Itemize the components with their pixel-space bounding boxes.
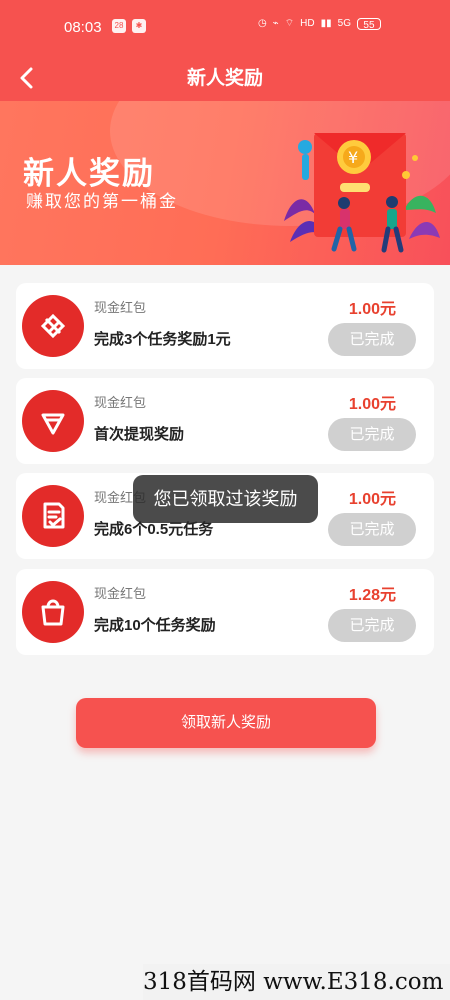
alarm-icon: ◷	[258, 18, 267, 29]
completed-button[interactable]: 已完成	[328, 609, 416, 642]
shopping-bag-icon	[41, 599, 65, 626]
completed-button[interactable]: 已完成	[328, 513, 416, 546]
hd-icon: HD	[300, 18, 315, 29]
page-title: 新人奖励	[186, 68, 263, 89]
completed-button[interactable]: 已完成	[328, 323, 416, 356]
reward-description: 完成3个任务奖励1元	[94, 331, 231, 348]
document-check-icon	[43, 502, 65, 529]
reward-category: 现金红包	[94, 395, 147, 410]
mute-icon: ⌁	[272, 18, 279, 29]
banner-subtitle: 赚取您的第一桶金	[26, 192, 178, 211]
reward-amount: 1.00元	[348, 301, 396, 318]
signal-icon: ▮▮	[320, 18, 332, 29]
reward-category: 现金红包	[94, 300, 147, 315]
svg-text:¥: ¥	[348, 148, 358, 167]
coupon-icon	[40, 313, 66, 339]
reward-amount: 1.28元	[348, 587, 396, 604]
reward-banner: 新人奖励 赚取您的第一桶金 ¥	[0, 101, 450, 265]
diamond-icon	[41, 413, 65, 435]
status-bar: 08:03 28 ✱ ◷ ⌁ ⌔ HD ▮▮ 5G 55	[0, 0, 450, 56]
battery-icon: 55	[356, 18, 381, 31]
reward-icon-circle	[22, 295, 84, 357]
reward-description: 完成10个任务奖励	[94, 617, 216, 634]
red-envelope-illustration: ¥	[284, 133, 440, 253]
status-left-icons: 28 ✱	[112, 19, 146, 33]
calendar-icon: 28	[112, 19, 126, 33]
status-right-icons: ◷ ⌁ ⌔ HD ▮▮ 5G 55	[258, 17, 381, 31]
reward-amount: 1.00元	[348, 396, 396, 413]
claim-new-user-reward-button[interactable]: 领取新人奖励	[76, 698, 376, 748]
reward-category: 现金红包	[94, 586, 147, 601]
reward-icon-circle	[22, 390, 84, 452]
reward-card: 现金红包 完成3个任务奖励1元 1.00元 已完成	[16, 283, 434, 369]
navigation-bar: 新人奖励	[0, 56, 450, 101]
watermark: 318首码网 www.E318.com	[143, 964, 450, 1000]
5g-signal-icon: 5G	[337, 18, 351, 29]
reward-card: 现金红包 首次提现奖励 1.00元 已完成	[16, 378, 434, 464]
reward-card: 现金红包 完成10个任务奖励 1.28元 已完成	[16, 569, 434, 655]
toast-message: 您已领取过该奖励	[133, 475, 318, 523]
reward-description: 首次提现奖励	[94, 426, 185, 443]
completed-button[interactable]: 已完成	[328, 418, 416, 451]
reward-icon-circle	[22, 581, 84, 643]
reward-amount: 1.00元	[348, 491, 396, 508]
status-time: 08:03	[64, 19, 102, 36]
wifi-icon: ⌔	[284, 18, 295, 29]
settings-icon: ✱	[132, 19, 146, 33]
reward-icon-circle	[22, 485, 84, 547]
